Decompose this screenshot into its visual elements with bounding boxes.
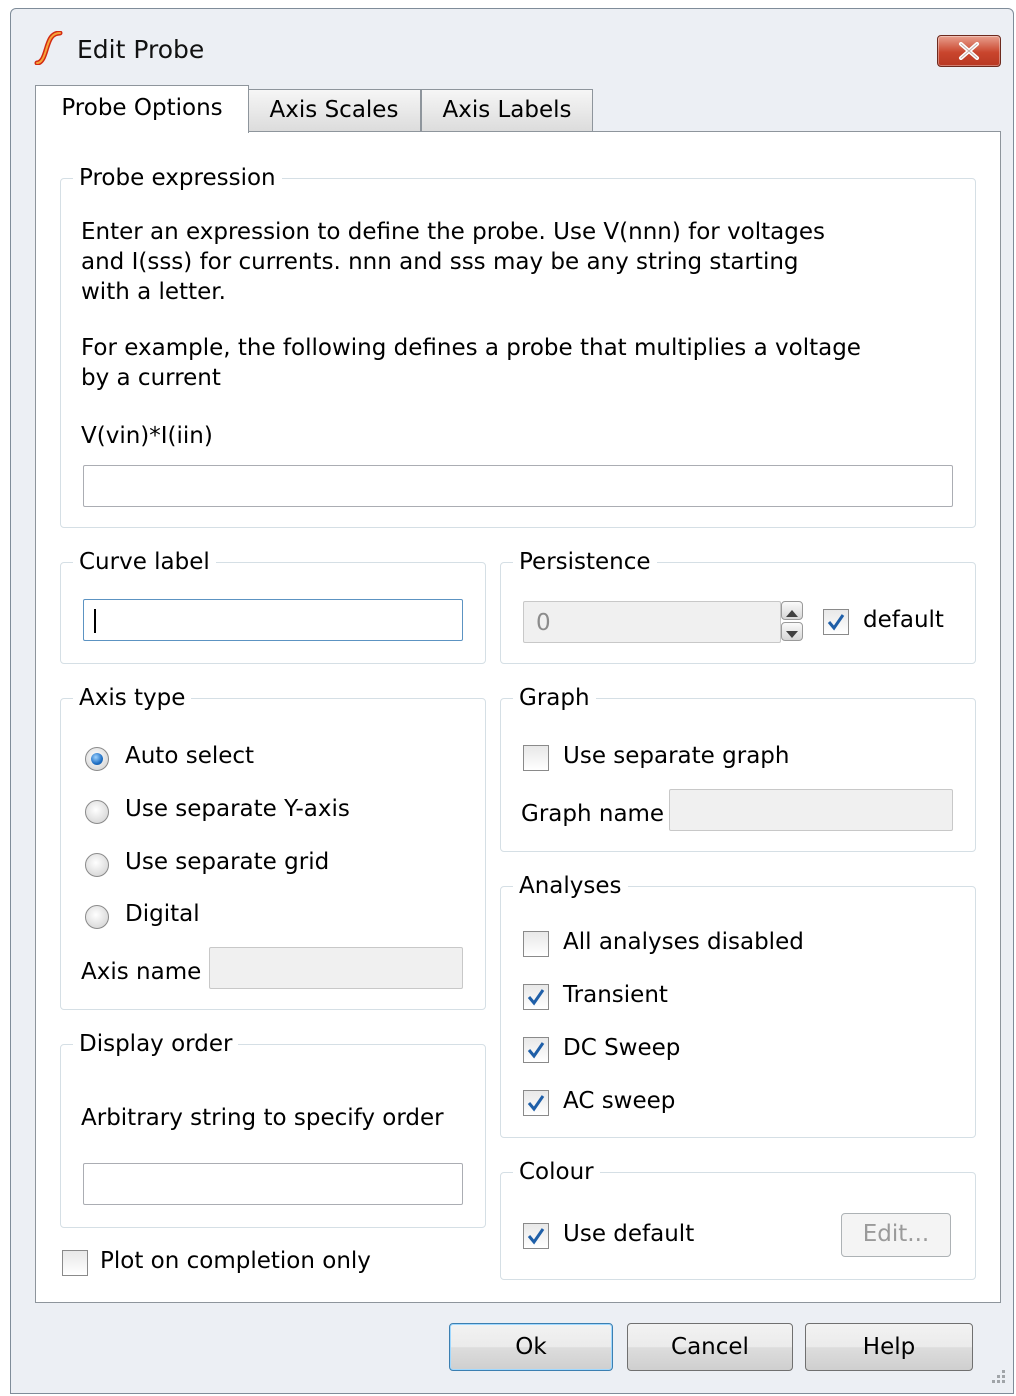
checkmark-icon [527, 1042, 545, 1059]
group-legend: Display order [73, 1028, 239, 1060]
probe-expression-group: Probe expression Enter an expression to … [60, 162, 976, 528]
use-separate-graph-checkbox[interactable] [523, 745, 549, 771]
use-default-colour-checkbox[interactable] [523, 1223, 549, 1249]
dc-sweep-label: DC Sweep [563, 1035, 681, 1061]
curve-label-group: Curve label [60, 546, 486, 664]
use-separate-graph-label: Use separate graph [563, 743, 790, 769]
tab-panel-probe-options: Probe expression Enter an expression to … [35, 131, 1001, 1303]
arrow-down-icon [786, 631, 798, 638]
radio-separate-grid[interactable] [85, 853, 109, 877]
persistence-default-checkbox[interactable] [823, 609, 849, 635]
axis-name-label: Axis name [81, 959, 202, 985]
plot-on-completion-label: Plot on completion only [100, 1248, 371, 1274]
radio-label-auto-select: Auto select [125, 743, 255, 769]
arrow-up-icon [786, 610, 798, 617]
radio-separate-y-axis[interactable] [85, 800, 109, 824]
graph-name-input[interactable] [669, 789, 953, 831]
radio-label-digital: Digital [125, 901, 200, 927]
group-legend: Axis type [73, 682, 192, 714]
group-legend: Probe expression [73, 162, 282, 194]
persistence-spinner[interactable] [781, 601, 805, 643]
example-text-line-2: by a current [81, 365, 221, 391]
example-text-line-1: For example, the following defines a pro… [81, 335, 861, 361]
all-analyses-disabled-label: All analyses disabled [563, 929, 804, 955]
tab-probe-options[interactable]: Probe Options [35, 85, 249, 133]
group-legend: Curve label [73, 546, 216, 578]
axis-name-input[interactable] [209, 947, 463, 989]
spin-down-button[interactable] [781, 622, 803, 641]
transient-checkbox[interactable] [523, 984, 549, 1010]
colour-group: Colour Use default Edit... [500, 1156, 976, 1280]
dc-sweep-checkbox[interactable] [523, 1037, 549, 1063]
transient-label: Transient [563, 982, 668, 1008]
text-caret [94, 609, 96, 633]
window-title: Edit Probe [77, 35, 205, 64]
axis-type-group: Axis type Auto select Use separate Y-axi… [60, 682, 486, 1010]
persistence-default-label: default [863, 607, 944, 633]
graph-name-label: Graph name [521, 801, 665, 827]
tab-label: Axis Scales [269, 97, 399, 123]
spin-up-button[interactable] [781, 601, 803, 620]
display-order-group: Display order Arbitrary string to specif… [60, 1028, 486, 1228]
use-default-colour-label: Use default [563, 1221, 695, 1247]
curve-label-input[interactable] [83, 599, 463, 641]
close-x-icon [959, 42, 979, 60]
checkmark-icon [527, 1228, 545, 1245]
analyses-group: Analyses All analyses disabled Transient… [500, 870, 976, 1138]
title-bar[interactable]: Edit Probe [11, 9, 1013, 85]
radio-digital[interactable] [85, 905, 109, 929]
close-button[interactable] [937, 35, 1001, 67]
resize-grip-icon[interactable] [987, 1365, 1007, 1385]
graph-group: Graph Use separate graph Graph name [500, 682, 976, 852]
radio-label-separate-y-axis: Use separate Y-axis [125, 796, 350, 822]
tab-axis-scales[interactable]: Axis Scales [247, 89, 421, 131]
group-legend: Colour [513, 1156, 600, 1188]
ac-sweep-checkbox[interactable] [523, 1090, 549, 1116]
plot-on-completion-checkbox[interactable] [62, 1250, 88, 1276]
display-order-description: Arbitrary string to specify order [81, 1105, 444, 1131]
radio-label-separate-grid: Use separate grid [125, 849, 330, 875]
checkmark-icon [527, 989, 545, 1006]
checkmark-icon [527, 1095, 545, 1112]
ac-sweep-label: AC sweep [563, 1088, 676, 1114]
edit-colour-button[interactable]: Edit... [841, 1213, 951, 1257]
persistence-group: Persistence 0 default [500, 546, 976, 664]
help-button[interactable]: Help [805, 1323, 973, 1371]
help-text-line-3: with a letter. [81, 279, 226, 305]
example-expression: V(vin)*I(iin) [81, 423, 213, 449]
display-order-input[interactable] [83, 1163, 463, 1205]
help-text-line-1: Enter an expression to define the probe.… [81, 219, 825, 245]
radio-auto-select[interactable] [85, 747, 109, 771]
tab-label: Axis Labels [442, 97, 572, 123]
group-legend: Graph [513, 682, 596, 714]
all-analyses-disabled-checkbox[interactable] [523, 931, 549, 957]
edit-probe-dialog: Edit Probe Probe Options Axis Scales Axi… [10, 8, 1014, 1394]
group-legend: Persistence [513, 546, 657, 578]
persistence-input[interactable]: 0 [523, 601, 781, 643]
help-text-line-2: and I(sss) for currents. nnn and sss may… [81, 249, 799, 275]
tab-label: Probe Options [61, 95, 223, 121]
simetrix-s-icon [33, 30, 63, 66]
checkmark-icon [827, 614, 845, 631]
field-value: 0 [536, 610, 551, 636]
group-legend: Analyses [513, 870, 628, 902]
ok-button[interactable]: Ok [449, 1323, 613, 1371]
cancel-button[interactable]: Cancel [627, 1323, 793, 1371]
tab-axis-labels[interactable]: Axis Labels [421, 89, 593, 131]
probe-expression-input[interactable] [83, 465, 953, 507]
